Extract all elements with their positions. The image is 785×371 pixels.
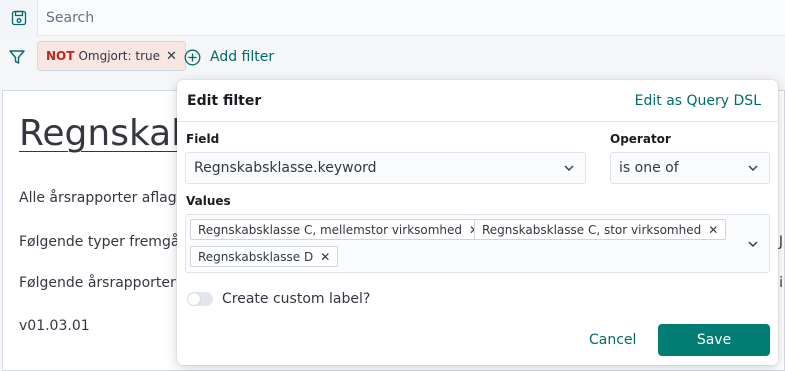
field-select-value: Regnskabsklasse.keyword: [194, 160, 377, 176]
values-label: Values: [186, 194, 231, 208]
paragraph-fragment: i: [779, 275, 783, 291]
edit-filter-popover: Edit filter Edit as Query DSL Field Regn…: [177, 80, 778, 365]
filter-bar: NOT Omgjort: true ✕ Add filter: [0, 36, 785, 78]
operator-select[interactable]: is one of: [610, 152, 770, 184]
add-filter-button[interactable]: Add filter: [184, 45, 274, 69]
paragraph: Følgende typer fremgår: [19, 234, 186, 250]
value-chip-label: Regnskabsklasse C, mellemstor virksomhed: [198, 222, 463, 237]
close-icon[interactable]: ✕: [320, 250, 330, 264]
query-bar: [0, 0, 785, 36]
filter-icon[interactable]: [8, 48, 26, 66]
toggle-knob: [188, 293, 200, 305]
page-title[interactable]: Regnskab: [19, 113, 194, 154]
field-label: Field: [186, 132, 220, 146]
operator-label: Operator: [610, 132, 671, 146]
values-combobox[interactable]: Regnskabsklasse C, mellemstor virksomhed…: [185, 214, 770, 273]
plus-circle-icon: [184, 49, 201, 65]
custom-label-toggle-label: Create custom label?: [222, 291, 371, 307]
add-filter-label: Add filter: [210, 49, 275, 65]
paragraph: Følgende årsrapporter fr: [19, 275, 191, 291]
value-chip-label: Regnskabsklasse C, stor virksomhed: [482, 222, 702, 237]
value-chip: Regnskabsklasse C, stor virksomhed ✕: [474, 219, 727, 240]
chevron-down-icon: [564, 165, 574, 171]
value-chip-label: Regnskabsklasse D: [198, 249, 314, 264]
version-text: v01.03.01: [19, 318, 90, 334]
close-icon[interactable]: ✕: [166, 49, 177, 64]
save-query-icon: [11, 10, 26, 26]
filter-pill[interactable]: NOT Omgjort: true ✕: [37, 41, 186, 71]
edit-as-query-dsl-link[interactable]: Edit as Query DSL: [635, 93, 761, 109]
custom-label-toggle[interactable]: [187, 292, 213, 306]
save-button[interactable]: Save: [658, 324, 770, 356]
operator-select-value: is one of: [619, 160, 679, 176]
paragraph-fragment: J: [778, 234, 783, 250]
close-icon[interactable]: ✕: [708, 223, 718, 237]
cancel-button[interactable]: Cancel: [589, 332, 636, 348]
value-chip: Regnskabsklasse C, mellemstor virksomhed…: [190, 219, 488, 240]
paragraph: Alle årsrapporter aflagt j: [19, 190, 191, 206]
filter-negation-label: NOT: [46, 49, 75, 63]
chevron-down-icon: [748, 165, 758, 171]
popover-title: Edit filter: [187, 93, 262, 109]
search-input[interactable]: [38, 0, 785, 36]
field-select[interactable]: Regnskabsklasse.keyword: [185, 152, 586, 184]
save-button-label: Save: [696, 332, 732, 348]
value-chip: Regnskabsklasse D ✕: [190, 246, 339, 267]
filter-pill-label: Omgjort: true: [78, 49, 160, 63]
popover-header: Edit filter Edit as Query DSL: [177, 80, 778, 122]
chevron-down-icon[interactable]: [747, 238, 759, 250]
save-query-button[interactable]: [0, 0, 38, 36]
